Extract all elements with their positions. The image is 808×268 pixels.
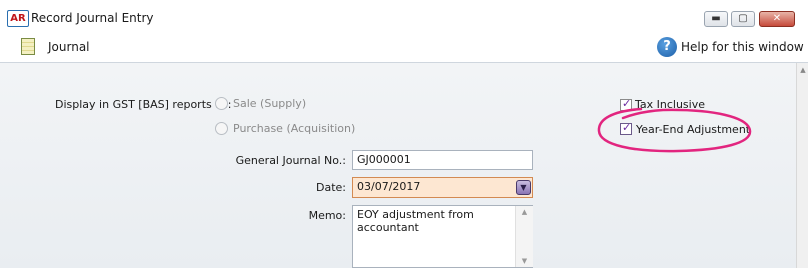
journal-icon [21, 38, 35, 55]
window-scrollbar[interactable]: ▲ [796, 63, 808, 268]
close-icon: ✕ [772, 13, 782, 24]
minimize-button[interactable]: ▬ [704, 11, 728, 27]
radio-sale[interactable] [215, 97, 228, 110]
title-bar: AR Record Journal Entry ▬ ▢ ✕ [0, 0, 808, 34]
memo-scrollbar[interactable]: ▲ ▼ [515, 206, 533, 267]
radio-sale-label: Sale (Supply) [233, 97, 307, 110]
close-button[interactable]: ✕ [759, 11, 795, 27]
tax-inclusive-label: Tax Inclusive [635, 98, 706, 111]
help-icon[interactable]: ? [657, 37, 677, 57]
journal-number-input[interactable]: GJ000001 [352, 150, 533, 170]
tax-inclusive-checkbox[interactable]: ✓ [620, 97, 632, 111]
memo-textarea[interactable]: EOY adjustment from accountant [352, 205, 533, 268]
year-end-adjustment-label: Year-End Adjustment [636, 123, 751, 136]
section-title: Journal [48, 40, 90, 54]
check-icon: ✓ [622, 121, 632, 134]
year-end-adjustment-checkbox[interactable]: ✓ [620, 121, 632, 135]
app-logo-icon: AR [7, 10, 29, 27]
date-input[interactable]: 03/07/2017 [352, 177, 533, 198]
journal-number-label: General Journal No.: [235, 154, 346, 167]
check-icon: ✓ [622, 97, 632, 110]
scroll-up-icon[interactable]: ▲ [798, 65, 808, 75]
calendar-dropdown-icon[interactable]: ▼ [516, 180, 531, 195]
maximize-button[interactable]: ▢ [731, 11, 755, 27]
scroll-up-icon[interactable]: ▲ [516, 208, 533, 216]
radio-purchase[interactable] [215, 122, 228, 135]
scroll-down-icon[interactable]: ▼ [516, 257, 533, 265]
maximize-icon: ▢ [738, 13, 748, 24]
radio-purchase-label: Purchase (Acquisition) [233, 122, 356, 135]
date-label: Date: [316, 181, 346, 194]
memo-label: Memo: [308, 209, 346, 222]
gst-report-label: Display in GST [BAS] reports as: [55, 98, 232, 111]
help-link[interactable]: Help for this window [681, 40, 804, 54]
minimize-icon: ▬ [711, 13, 721, 24]
window-title: Record Journal Entry [31, 11, 154, 25]
